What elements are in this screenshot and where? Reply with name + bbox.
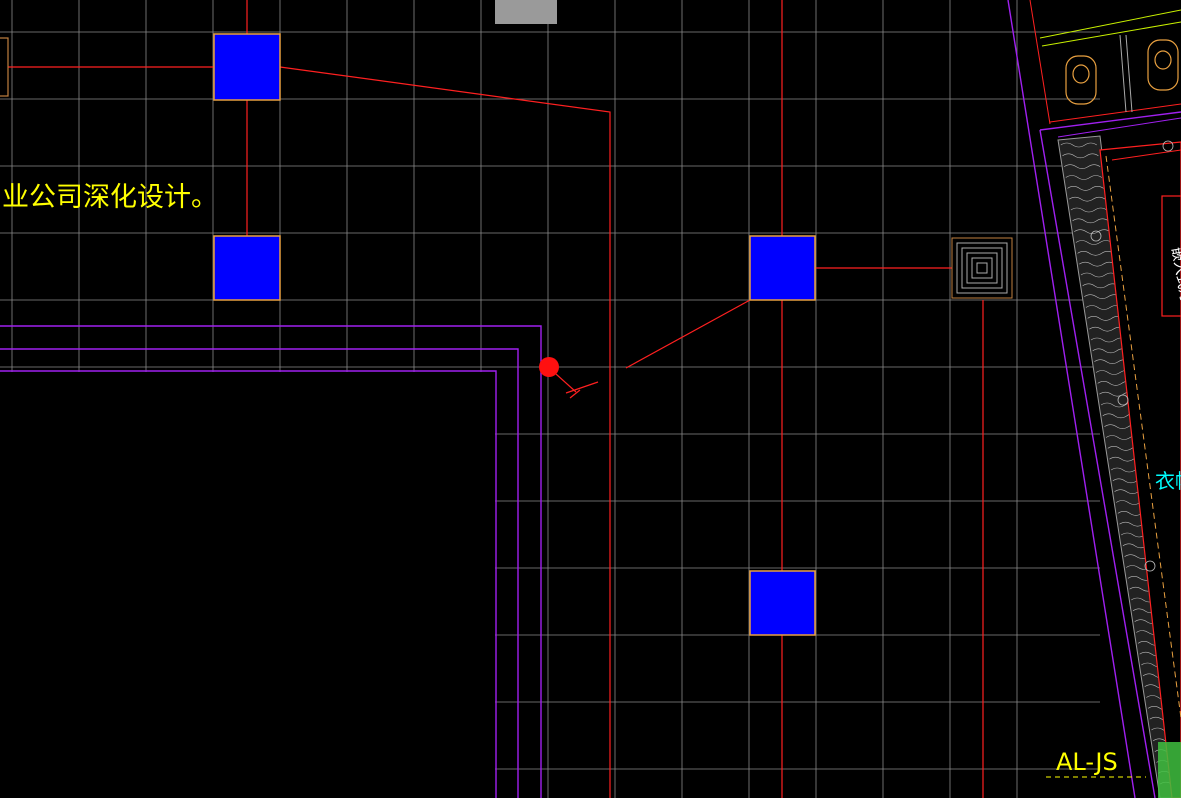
junction-dot-icon[interactable] <box>539 357 559 377</box>
green-hatch <box>1158 742 1181 798</box>
cabinet-label-text: 衣帽 <box>1155 469 1181 493</box>
gray-panel[interactable] <box>495 0 557 24</box>
square-fixture-icon[interactable] <box>213 33 281 101</box>
square-fixture-icon[interactable] <box>749 235 816 301</box>
square-fixture-icon[interactable] <box>749 570 816 636</box>
inner-room-void <box>0 372 495 798</box>
box-label-text: AL-JS <box>1056 748 1118 776</box>
cad-drawing-canvas[interactable]: 业公司深化设计。 衣帽 嵌入式灯 AL-JS <box>0 0 1181 798</box>
design-note-text: 业公司深化设计。 <box>2 182 218 213</box>
square-fixture-icon[interactable] <box>213 235 281 301</box>
